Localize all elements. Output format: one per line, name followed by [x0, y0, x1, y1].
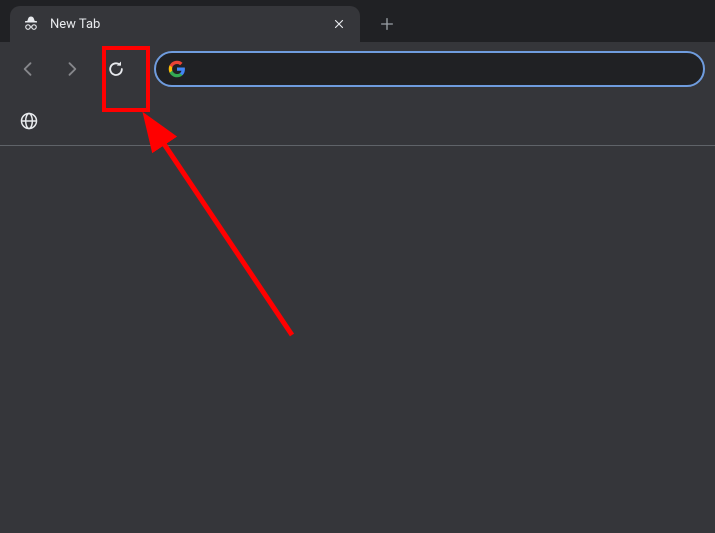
tab-strip: New Tab — [0, 0, 715, 42]
bookmark-bar — [0, 96, 715, 146]
address-bar[interactable] — [154, 51, 705, 87]
bookmark-globe-item[interactable] — [18, 110, 40, 132]
page-content — [0, 146, 715, 533]
close-tab-button[interactable] — [330, 15, 348, 33]
new-tab-button[interactable] — [372, 9, 402, 39]
active-tab[interactable]: New Tab — [10, 6, 360, 42]
address-input[interactable] — [196, 61, 691, 77]
tab-title: New Tab — [50, 17, 330, 32]
toolbar — [0, 42, 715, 96]
forward-button[interactable] — [54, 51, 90, 87]
reload-button[interactable] — [98, 51, 134, 87]
back-button[interactable] — [10, 51, 46, 87]
incognito-icon — [22, 15, 40, 33]
google-icon — [168, 60, 186, 78]
